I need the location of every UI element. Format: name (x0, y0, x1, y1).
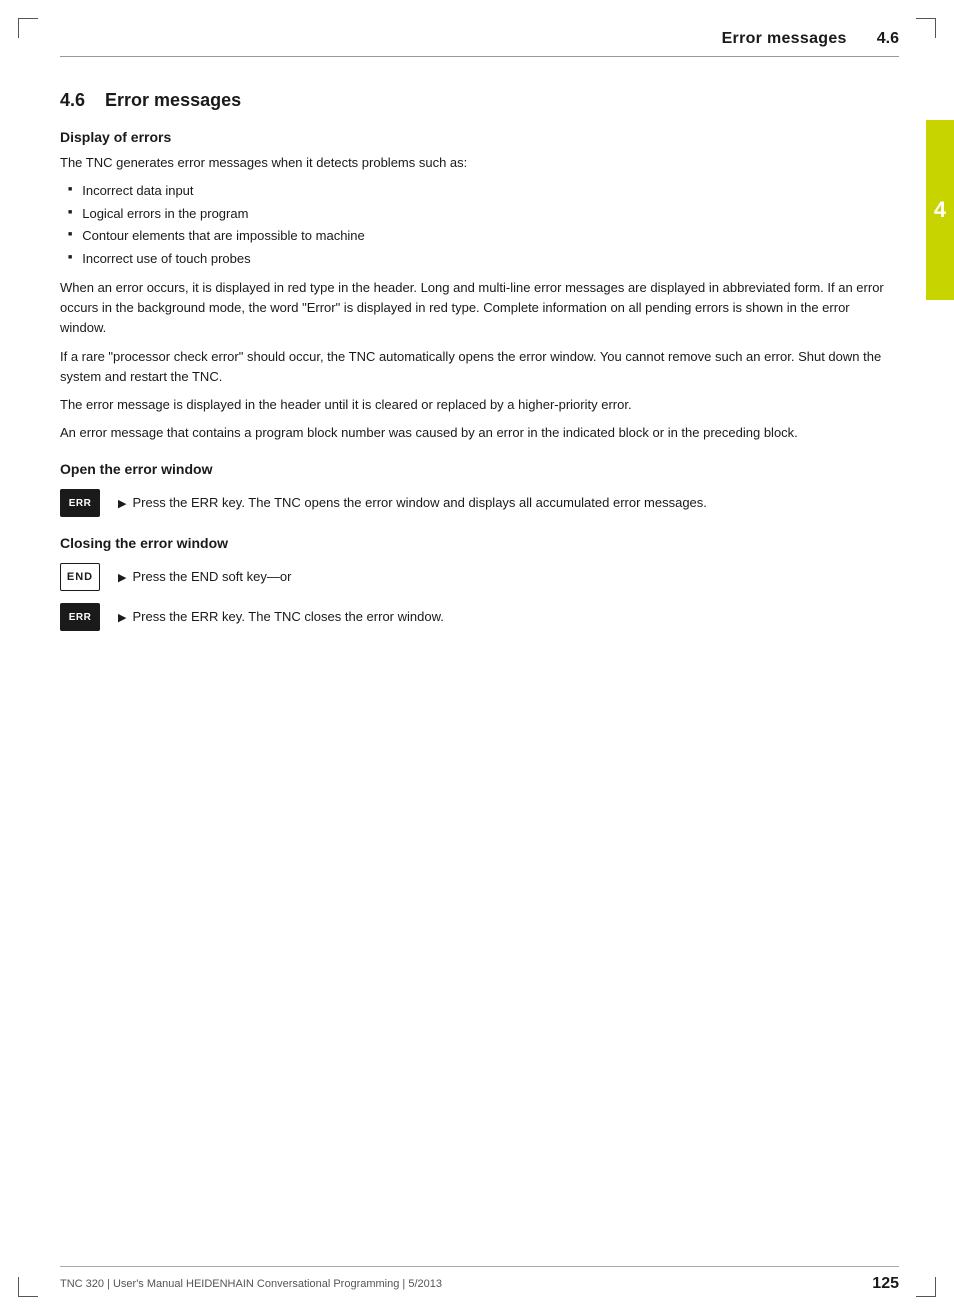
corner-mark-tl (18, 18, 38, 38)
close-instruction-text-err: ▶Press the ERR key. The TNC closes the e… (118, 603, 444, 627)
close-instruction-row-end: END ▶Press the END soft key—or (60, 563, 899, 591)
end-key: END (60, 563, 100, 591)
chapter-tab: 4 (926, 120, 954, 300)
arrow-bullet-close-end: ▶ (118, 570, 126, 587)
close-instruction-text-end: ▶Press the END soft key—or (118, 563, 291, 587)
bullet-item-1: Incorrect data input (60, 181, 899, 201)
header-section: 4.6 (877, 30, 899, 48)
content-area: 4.6 Error messages Display of errors The… (60, 90, 899, 1265)
page-container: 4 Error messages 4.6 4.6 Error messages … (0, 0, 954, 1315)
arrow-bullet-open: ▶ (118, 496, 126, 513)
close-instruction-row-err: ERR ▶Press the ERR key. The TNC closes t… (60, 603, 899, 631)
header-title: Error messages (722, 30, 847, 48)
section-number: 4.6 (60, 90, 85, 111)
err-key-close: ERR (60, 603, 100, 631)
bullet-item-4: Incorrect use of touch probes (60, 249, 899, 269)
subsection-display-heading: Display of errors (60, 129, 899, 145)
section-heading: 4.6 Error messages (60, 90, 899, 111)
subsection-close-heading: Closing the error window (60, 535, 899, 551)
bullet-item-2: Logical errors in the program (60, 204, 899, 224)
section-title: Error messages (105, 90, 241, 111)
open-instruction-text: ▶Press the ERR key. The TNC opens the er… (118, 489, 707, 513)
chapter-tab-number: 4 (934, 197, 946, 223)
display-para-2: If a rare "processor check error" should… (60, 347, 899, 387)
err-key-open: ERR (60, 489, 100, 517)
bullet-item-3: Contour elements that are impossible to … (60, 226, 899, 246)
display-para-1: When an error occurs, it is displayed in… (60, 278, 899, 338)
display-intro: The TNC generates error messages when it… (60, 153, 899, 173)
bullet-list: Incorrect data input Logical errors in t… (60, 181, 899, 268)
subsection-open-heading: Open the error window (60, 461, 899, 477)
open-instruction-row: ERR ▶Press the ERR key. The TNC opens th… (60, 489, 899, 517)
footer-page-number: 125 (872, 1275, 899, 1293)
footer-text: TNC 320 | User's Manual HEIDENHAIN Conve… (60, 1278, 442, 1290)
corner-mark-bl (18, 1277, 38, 1297)
corner-mark-br (916, 1277, 936, 1297)
corner-mark-tr (916, 18, 936, 38)
display-para-4: An error message that contains a program… (60, 423, 899, 443)
page-header: Error messages 4.6 (60, 30, 899, 57)
display-para-3: The error message is displayed in the he… (60, 395, 899, 415)
arrow-bullet-close-err: ▶ (118, 610, 126, 627)
page-footer: TNC 320 | User's Manual HEIDENHAIN Conve… (60, 1266, 899, 1293)
